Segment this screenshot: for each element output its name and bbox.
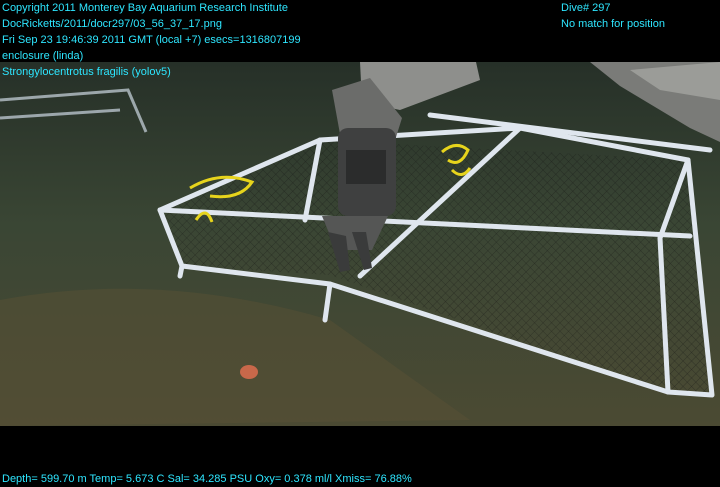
- dive-label: Dive# 297: [561, 2, 611, 14]
- overlay-header-right: Dive# 297 No match for position: [561, 0, 665, 32]
- copyright-text: Copyright 2011 Monterey Bay Aquarium Res…: [2, 2, 288, 14]
- annotation-enclosure: enclosure (linda): [2, 50, 84, 62]
- timestamp-text: Fri Sep 23 19:46:39 2011 GMT (local +7) …: [2, 34, 301, 46]
- sea-urchin: [240, 365, 258, 379]
- image-path-text: DocRicketts/2011/docr297/03_56_37_17.png: [2, 18, 222, 30]
- overlay-header-left: Copyright 2011 Monterey Bay Aquarium Res…: [2, 0, 301, 80]
- annotation-species: Strongylocentrotus fragilis (yolov5): [2, 66, 171, 78]
- telemetry-bar: Depth= 599.70 m Temp= 5.673 C Sal= 34.28…: [2, 473, 412, 485]
- position-status: No match for position: [561, 18, 665, 30]
